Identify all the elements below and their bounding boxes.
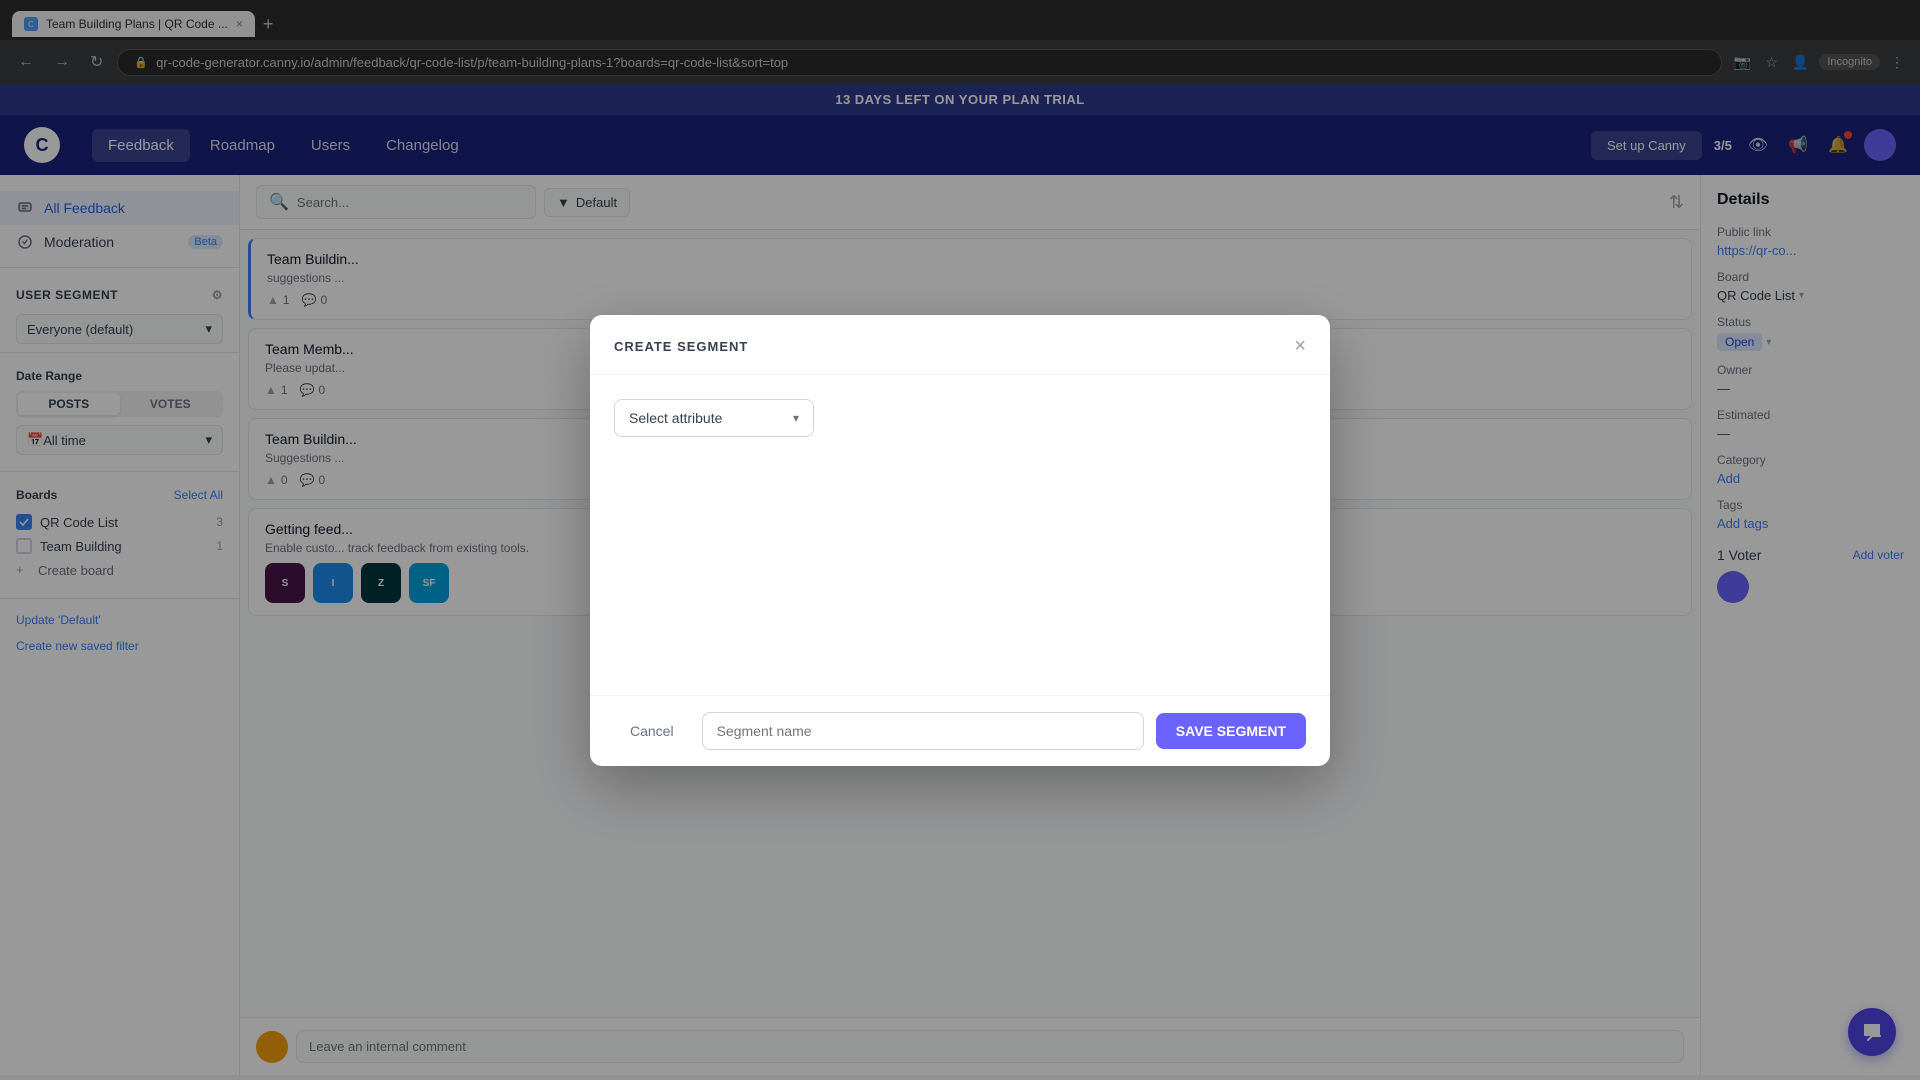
select-attribute-caret-icon: ▾: [793, 411, 799, 425]
select-attribute-text: Select attribute: [629, 410, 722, 426]
modal-close-button[interactable]: ×: [1294, 335, 1306, 358]
create-segment-modal: CREATE SEGMENT × Select attribute ▾ Canc…: [590, 315, 1330, 766]
modal-title: CREATE SEGMENT: [614, 339, 748, 354]
segment-name-input[interactable]: [702, 712, 1144, 750]
modal-footer: Cancel SAVE SEGMENT: [590, 695, 1330, 766]
save-segment-button[interactable]: SAVE SEGMENT: [1156, 713, 1306, 749]
modal-overlay[interactable]: CREATE SEGMENT × Select attribute ▾ Canc…: [0, 0, 1920, 1080]
select-attribute-dropdown[interactable]: Select attribute ▾: [614, 399, 814, 437]
cancel-button[interactable]: Cancel: [614, 715, 690, 747]
modal-header: CREATE SEGMENT ×: [590, 315, 1330, 375]
modal-body: Select attribute ▾: [590, 375, 1330, 695]
